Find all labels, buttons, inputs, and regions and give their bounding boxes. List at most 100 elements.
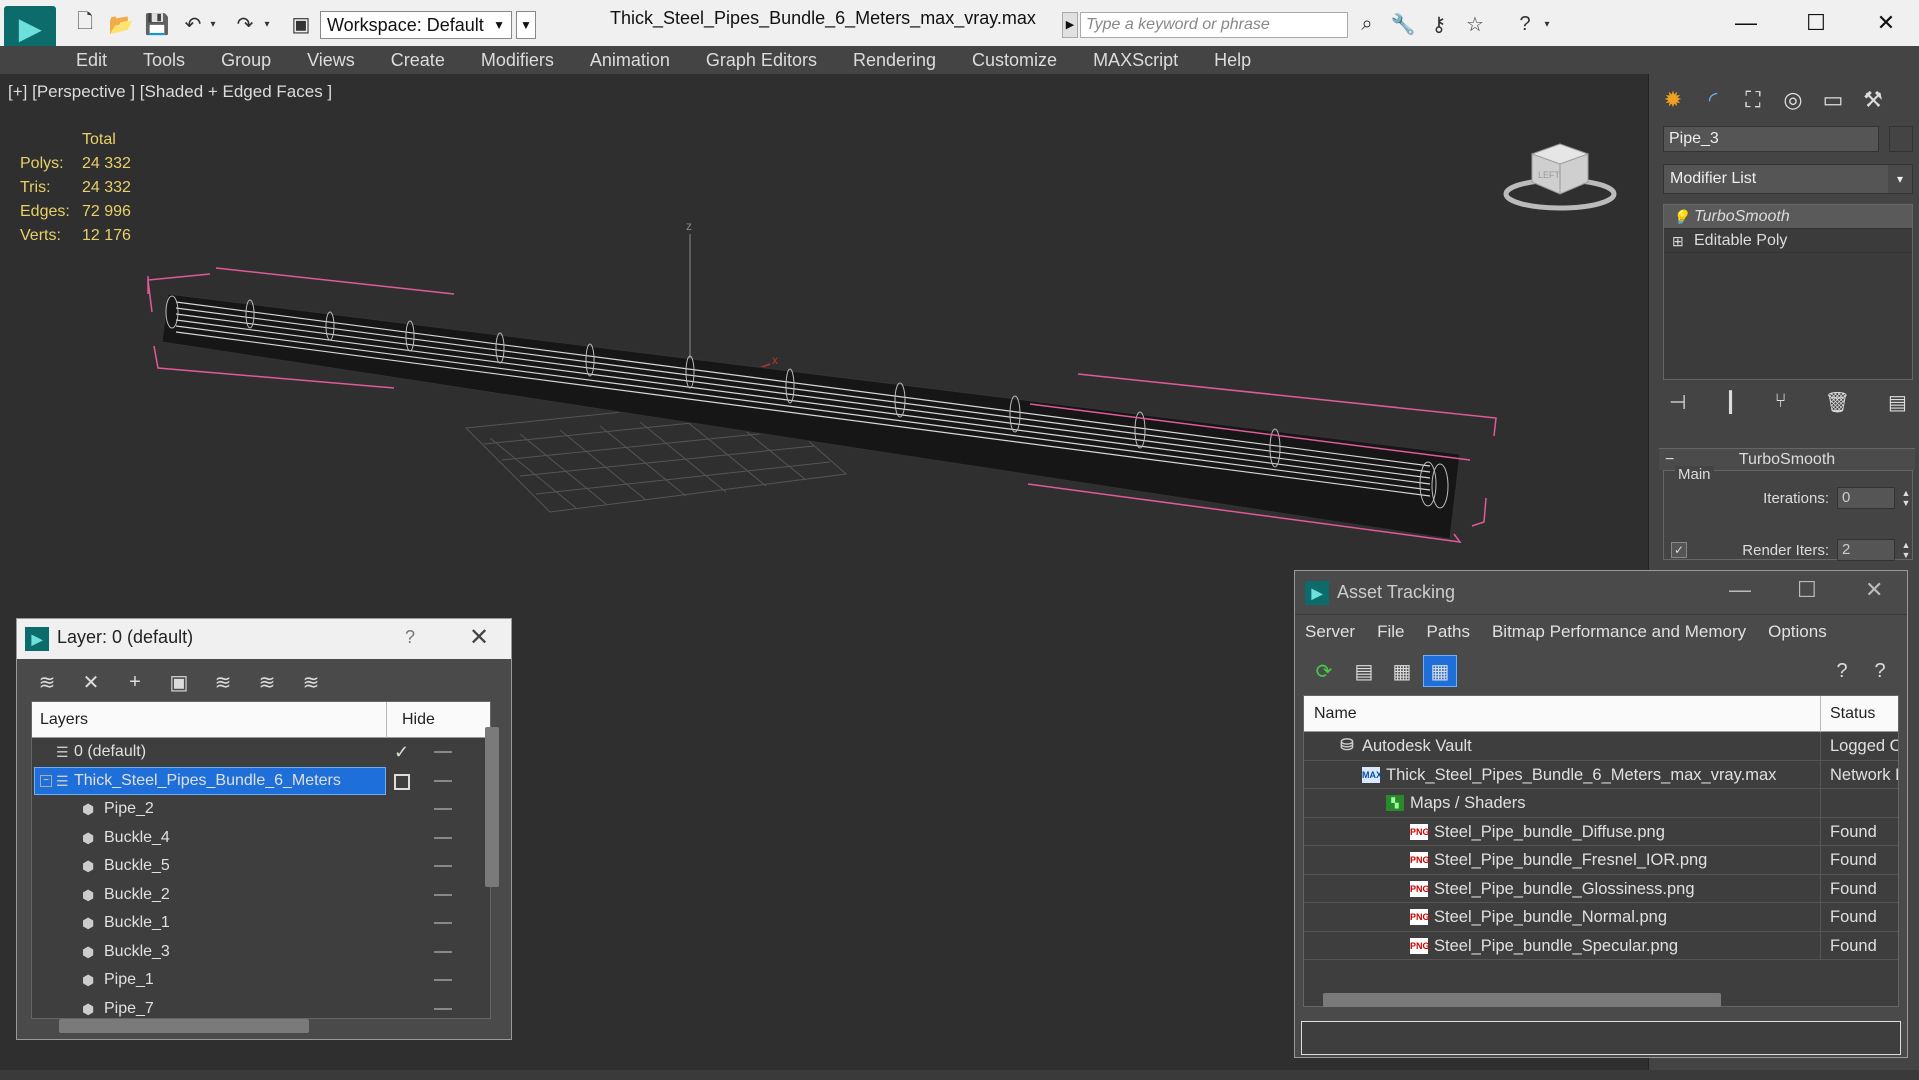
modifier-list-dropdown[interactable]: Modifier List ▾ [1663,164,1913,194]
menu-views[interactable]: Views [289,50,373,71]
maximize-button[interactable]: ☐ [1797,577,1817,603]
freeze-all-layers-icon[interactable]: ≋ [289,665,333,699]
menu-help[interactable]: Help [1196,50,1269,71]
configure-sets-icon[interactable]: ▤ [1888,390,1907,420]
star-icon[interactable]: ☆ [1462,12,1488,36]
app-logo-button[interactable]: ▶ [4,6,56,50]
menu-file[interactable]: File [1367,622,1416,642]
menu-tools[interactable]: Tools [125,50,203,71]
menu-server[interactable]: Server [1295,622,1367,642]
menu-paths[interactable]: Paths [1416,622,1481,642]
layer-dialog-titlebar[interactable]: ▶ Layer: 0 (default) ? ✕ [17,619,511,659]
minimize-button[interactable]: — [1729,577,1751,603]
hierarchy-tab-icon[interactable]: ⛶ [1735,84,1771,116]
hide-column-header[interactable]: Hide [402,711,435,729]
layer-row[interactable]: − ☰ Thick_Steel_Pipes_Bundle_6_Meters [32,766,490,796]
wrench-icon[interactable]: 🔧 [1390,12,1416,36]
horizontal-scrollbar[interactable] [1323,993,1721,1007]
name-column-header[interactable]: Name [1314,705,1357,723]
workspace-menu-button[interactable]: ▼ [516,11,536,39]
table-row[interactable]: PNG Steel_Pipe_bundle_Diffuse.png Found [1304,817,1898,846]
redo-dropdown-icon[interactable]: ▾ [260,12,274,36]
render-iters-checkbox[interactable]: ✓ [1671,542,1687,558]
hide-toggle[interactable] [434,893,452,896]
search-input[interactable]: Type a keyword or phrase [1080,12,1348,38]
viewport-label[interactable]: [+] [Perspective ] [Shaded + Edged Faces… [8,82,332,102]
close-button[interactable]: ✕ [1856,6,1916,40]
lightbulb-icon[interactable]: 💡 [1672,205,1689,229]
save-icon[interactable]: 💾 [144,12,170,36]
hide-toggle[interactable] [434,1007,452,1010]
table-row[interactable]: PNG Steel_Pipe_bundle_Glossiness.png Fou… [1304,874,1898,903]
workspace-dropdown[interactable]: Workspace: Default ▼ [320,11,512,39]
table-view-icon[interactable]: ▦ [1423,655,1457,687]
table-row[interactable]: MAX Thick_Steel_Pipes_Bundle_6_Meters_ma… [1304,760,1898,789]
project-icon[interactable]: ▣ [288,12,314,36]
menu-edit[interactable]: Edit [58,50,125,71]
iterations-input[interactable]: 0 [1837,487,1895,509]
viewcube[interactable]: LEFT [1500,124,1620,214]
hide-toggle[interactable] [434,751,452,753]
hide-toggle[interactable] [434,950,452,953]
modify-tab-icon[interactable]: ◜ [1695,84,1731,116]
maximize-button[interactable]: ☐ [1786,6,1846,40]
close-button[interactable]: ✕ [1865,577,1883,603]
asset-dialog-titlebar[interactable]: ▶ Asset Tracking — ☐ ✕ [1295,571,1907,615]
vertical-scrollbar[interactable] [485,727,499,887]
list-item[interactable]: ⬢ Pipe_1 [32,966,490,995]
hide-toggle[interactable] [434,979,452,981]
object-color-swatch[interactable] [1889,126,1913,152]
minimize-button[interactable]: — [1716,6,1776,40]
pin-stack-icon[interactable]: ⊣ [1669,390,1686,420]
list-item[interactable]: ⬢ Buckle_3 [32,938,490,967]
table-row[interactable]: ▚ Maps / Shaders [1304,789,1898,818]
hide-toggle[interactable] [434,808,452,810]
object-name-field[interactable]: Pipe_3 [1663,126,1879,152]
checkmark-icon[interactable]: ✓ [394,738,409,766]
menu-options[interactable]: Options [1758,622,1839,642]
status-column-header[interactable]: Status [1830,705,1875,723]
current-layer-icon[interactable] [394,773,410,790]
list-view-icon[interactable]: ▤ [1347,655,1381,687]
hide-toggle[interactable] [434,779,452,782]
menu-rendering[interactable]: Rendering [835,50,954,71]
show-end-result-icon[interactable]: ┃ [1724,390,1736,420]
list-item[interactable]: ⬢ Buckle_1 [32,909,490,938]
layers-column-header[interactable]: Layers [40,711,88,729]
highlight-layer-icon[interactable]: ≋ [201,665,245,699]
hide-all-layers-icon[interactable]: ≋ [245,665,289,699]
refresh-icon[interactable]: ⟳ [1307,655,1341,687]
help-icon[interactable]: ? [1825,655,1859,687]
delete-layer-icon[interactable]: ✕ [69,665,113,699]
list-item[interactable]: ⬢ Buckle_2 [32,881,490,910]
list-item[interactable]: ⬢ Buckle_5 [32,852,490,881]
make-unique-icon[interactable]: ⑂ [1775,390,1787,420]
menu-bitmap-performance[interactable]: Bitmap Performance and Memory [1482,622,1758,642]
menu-modifiers[interactable]: Modifiers [463,50,572,71]
menu-customize[interactable]: Customize [954,50,1075,71]
menu-animation[interactable]: Animation [572,50,688,71]
hide-toggle[interactable] [434,922,452,924]
thumbnail-view-icon[interactable]: ▦ [1385,655,1419,687]
add-to-layer-icon[interactable]: + [113,665,157,699]
spinner-icon[interactable]: ▲ ▼ [1899,540,1913,560]
collapse-icon[interactable]: − [40,774,52,787]
help-dropdown-icon[interactable]: ▾ [1540,12,1554,36]
spinner-icon[interactable]: ▲ ▼ [1899,488,1913,508]
remove-modifier-icon[interactable]: 🗑 [1825,390,1850,420]
utilities-tab-icon[interactable]: ⚒ [1855,84,1891,116]
open-folder-icon[interactable]: 📂 [108,12,134,36]
undo-icon[interactable]: ↶ [180,12,206,36]
new-file-icon[interactable]: 🗋 [72,11,98,36]
help-button[interactable]: ? [405,627,415,648]
menu-graph-editors[interactable]: Graph Editors [688,50,835,71]
table-row[interactable]: PNG Steel_Pipe_bundle_Normal.png Found [1304,903,1898,932]
table-row[interactable]: ⛁ Autodesk Vault Logged Ou [1304,732,1898,761]
motion-tab-icon[interactable]: ◎ [1775,84,1811,116]
expand-plus-icon[interactable]: ⊞ [1672,229,1684,253]
undo-dropdown-icon[interactable]: ▾ [206,12,220,36]
table-row[interactable]: PNG Steel_Pipe_bundle_Specular.png Found [1304,931,1898,960]
horizontal-scrollbar[interactable] [59,1019,309,1033]
binoculars-icon[interactable]: ⌕ [1354,12,1380,36]
key-icon[interactable]: ⚷ [1426,12,1452,36]
